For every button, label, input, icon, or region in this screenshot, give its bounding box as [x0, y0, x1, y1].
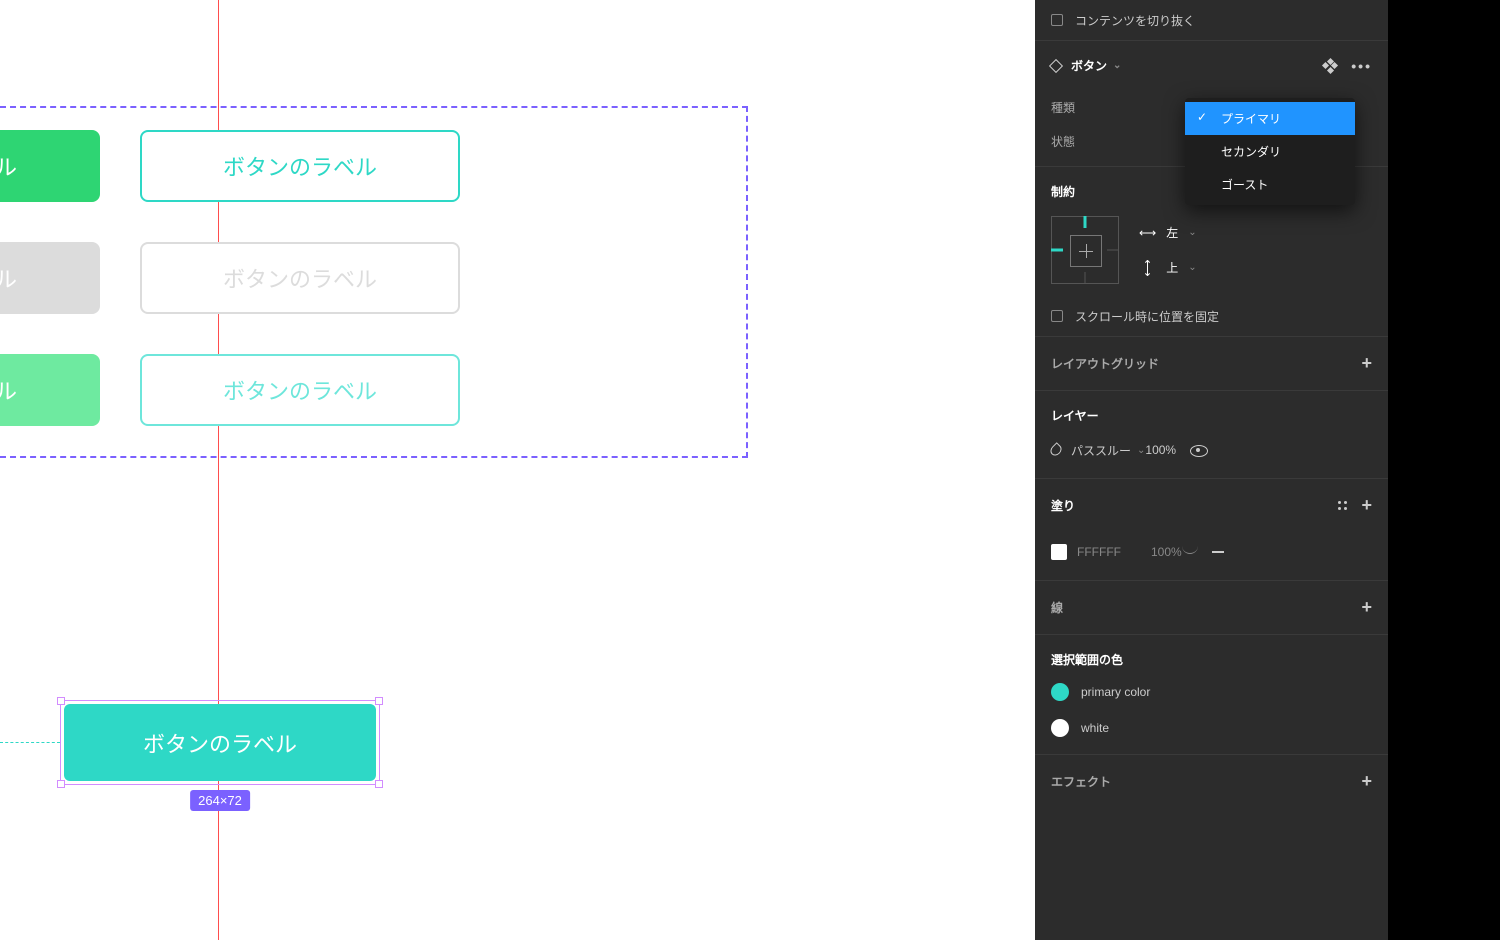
go-to-main-component-icon[interactable] — [1323, 59, 1337, 73]
dimensions-badge: 264×72 — [190, 790, 250, 811]
properties-panel: コンテンツを切り抜く ボタン ⌄ ••• 種類 状態 ✓ プライマリ セカンダリ… — [1035, 0, 1388, 940]
vertical-icon: ⟷ — [1141, 259, 1155, 276]
constraint-bottom-dash — [1085, 272, 1086, 284]
constraints-diagram[interactable] — [1051, 216, 1119, 284]
layer-opacity-input[interactable]: 100% — [1145, 443, 1176, 457]
clip-content-label: コンテンツを切り抜く — [1075, 12, 1195, 29]
chevron-down-icon[interactable]: ⌄ — [1137, 445, 1145, 456]
add-stroke-icon[interactable]: + — [1361, 597, 1372, 618]
effects-header[interactable]: エフェクト + — [1035, 755, 1388, 808]
selection-colors-header: 選択範囲の色 — [1035, 635, 1388, 674]
chevron-down-icon[interactable]: ⌄ — [1113, 60, 1121, 71]
button-secondary-hover[interactable]: ボタンのラベル — [0, 354, 100, 426]
dropdown-option-label: プライマリ — [1221, 112, 1281, 126]
variant-row-default: ボタンのラベル ボタンのラベル — [0, 130, 460, 202]
resize-handle-br[interactable] — [375, 780, 383, 788]
blend-mode-select[interactable]: パススルー — [1071, 442, 1131, 459]
chevron-down-icon: ⌄ — [1188, 227, 1196, 238]
constraint-top-indicator — [1084, 216, 1087, 228]
dropdown-option-secondary[interactable]: セカンダリ — [1185, 135, 1355, 168]
visibility-eye-icon[interactable] — [1190, 444, 1206, 456]
layout-grid-header[interactable]: レイアウトグリッド + — [1035, 337, 1388, 390]
fix-on-scroll-label: スクロール時に位置を固定 — [1075, 308, 1219, 325]
selected-instance[interactable]: ボタンのラベル 264×72 — [60, 700, 380, 785]
selection-outline — [60, 700, 380, 785]
layer-blend-row: パススルー ⌄ 100% — [1035, 430, 1388, 470]
selection-colors-title: 選択範囲の色 — [1051, 651, 1123, 668]
constraint-vertical-select[interactable]: ⟷ 上 ⌄ — [1139, 259, 1197, 276]
variant-state-label: 状態 — [1051, 133, 1131, 150]
button-label: ボタンのラベル — [223, 150, 377, 182]
clip-content-row[interactable]: コンテンツを切り抜く — [1035, 0, 1388, 40]
constraint-left-indicator — [1051, 249, 1063, 252]
button-ghost-default[interactable]: ボタンのラベル — [140, 130, 460, 202]
button-ghost-disabled[interactable]: ボタンのラベル — [140, 242, 460, 314]
constraint-horizontal-value: 左 — [1166, 224, 1178, 241]
effects-title: エフェクト — [1051, 773, 1111, 790]
button-variants-grid: ボタンのラベル ボタンのラベル ボタンのラベル ボタンのラベル ボタンのラベル … — [0, 130, 460, 466]
variant-type-dropdown: ✓ プライマリ セカンダリ ゴースト — [1185, 98, 1355, 205]
color-name: white — [1081, 721, 1109, 735]
fill-header: 塗り + — [1035, 479, 1388, 532]
selection-color-primary[interactable]: primary color — [1035, 674, 1388, 710]
layer-title: レイヤー — [1051, 407, 1099, 424]
button-label: ボタンのラベル — [223, 374, 377, 406]
resize-handle-bl[interactable] — [57, 780, 65, 788]
color-swatch-white[interactable] — [1051, 719, 1069, 737]
variant-type-label: 種類 — [1051, 99, 1131, 116]
constraint-vertical-value: 上 — [1166, 259, 1178, 276]
chevron-down-icon: ⌄ — [1188, 262, 1196, 273]
stroke-header[interactable]: 線 + — [1035, 581, 1388, 634]
add-effect-icon[interactable]: + — [1361, 771, 1372, 792]
component-section-header: ボタン ⌄ ••• — [1035, 41, 1388, 90]
button-label: ボタンのラベル — [223, 262, 377, 294]
button-secondary-disabled[interactable]: ボタンのラベル — [0, 242, 100, 314]
horizontal-icon: ⟷ — [1139, 226, 1156, 240]
fill-hex-input[interactable]: FFFFFF — [1077, 545, 1121, 559]
variant-row-disabled: ボタンのラベル ボタンのラベル — [0, 242, 460, 314]
dropdown-option-label: セカンダリ — [1221, 145, 1281, 159]
button-label: ボタンのラベル — [0, 374, 17, 406]
add-fill-icon[interactable]: + — [1361, 495, 1372, 516]
button-ghost-hover[interactable]: ボタンのラベル — [140, 354, 460, 426]
variant-row-hover: ボタンのラベル ボタンのラベル — [0, 354, 460, 426]
constraints-control: ⟷ 左 ⌄ ⟷ 上 ⌄ — [1035, 204, 1388, 296]
constraint-horizontal-select[interactable]: ⟷ 左 ⌄ — [1139, 224, 1197, 241]
fill-opacity-input[interactable]: 100% — [1151, 545, 1182, 559]
clip-content-checkbox[interactable] — [1051, 14, 1063, 26]
dropdown-option-label: ゴースト — [1221, 178, 1268, 192]
component-icon — [1049, 58, 1063, 72]
check-icon: ✓ — [1197, 110, 1207, 124]
fill-swatch[interactable] — [1051, 544, 1067, 560]
fill-visibility-hidden-icon[interactable] — [1182, 547, 1198, 557]
layer-header: レイヤー — [1035, 391, 1388, 430]
button-label: ボタンのラベル — [0, 262, 17, 294]
dropdown-option-ghost[interactable]: ゴースト — [1185, 168, 1355, 201]
color-swatch-primary[interactable] — [1051, 683, 1069, 701]
dropdown-option-primary[interactable]: ✓ プライマリ — [1185, 102, 1355, 135]
fill-styles-icon[interactable] — [1338, 501, 1347, 510]
more-icon[interactable]: ••• — [1351, 58, 1372, 74]
alignment-dash-line — [0, 742, 60, 743]
remove-fill-icon[interactable] — [1212, 551, 1224, 553]
fix-on-scroll-row[interactable]: スクロール時に位置を固定 — [1035, 296, 1388, 336]
resize-handle-tr[interactable] — [375, 697, 383, 705]
button-label: ボタンのラベル — [0, 150, 17, 182]
blend-mode-icon — [1048, 442, 1064, 458]
add-layout-grid-icon[interactable]: + — [1361, 353, 1372, 374]
fill-row: FFFFFF 100% — [1035, 532, 1388, 572]
layout-grid-title: レイアウトグリッド — [1051, 355, 1159, 372]
button-secondary-default[interactable]: ボタンのラベル — [0, 130, 100, 202]
selection-color-white[interactable]: white — [1035, 710, 1388, 746]
component-name[interactable]: ボタン — [1071, 57, 1107, 74]
constraints-title: 制約 — [1051, 183, 1075, 200]
design-canvas[interactable]: ボタンのラベル ボタンのラベル ボタンのラベル ボタンのラベル ボタンのラベル … — [0, 0, 1035, 940]
color-name: primary color — [1081, 685, 1150, 699]
resize-handle-tl[interactable] — [57, 697, 65, 705]
constraint-right-dash — [1107, 250, 1119, 251]
panel-gutter — [1388, 0, 1500, 940]
stroke-title: 線 — [1051, 599, 1063, 616]
fix-on-scroll-checkbox[interactable] — [1051, 310, 1063, 322]
fill-title: 塗り — [1051, 497, 1075, 514]
